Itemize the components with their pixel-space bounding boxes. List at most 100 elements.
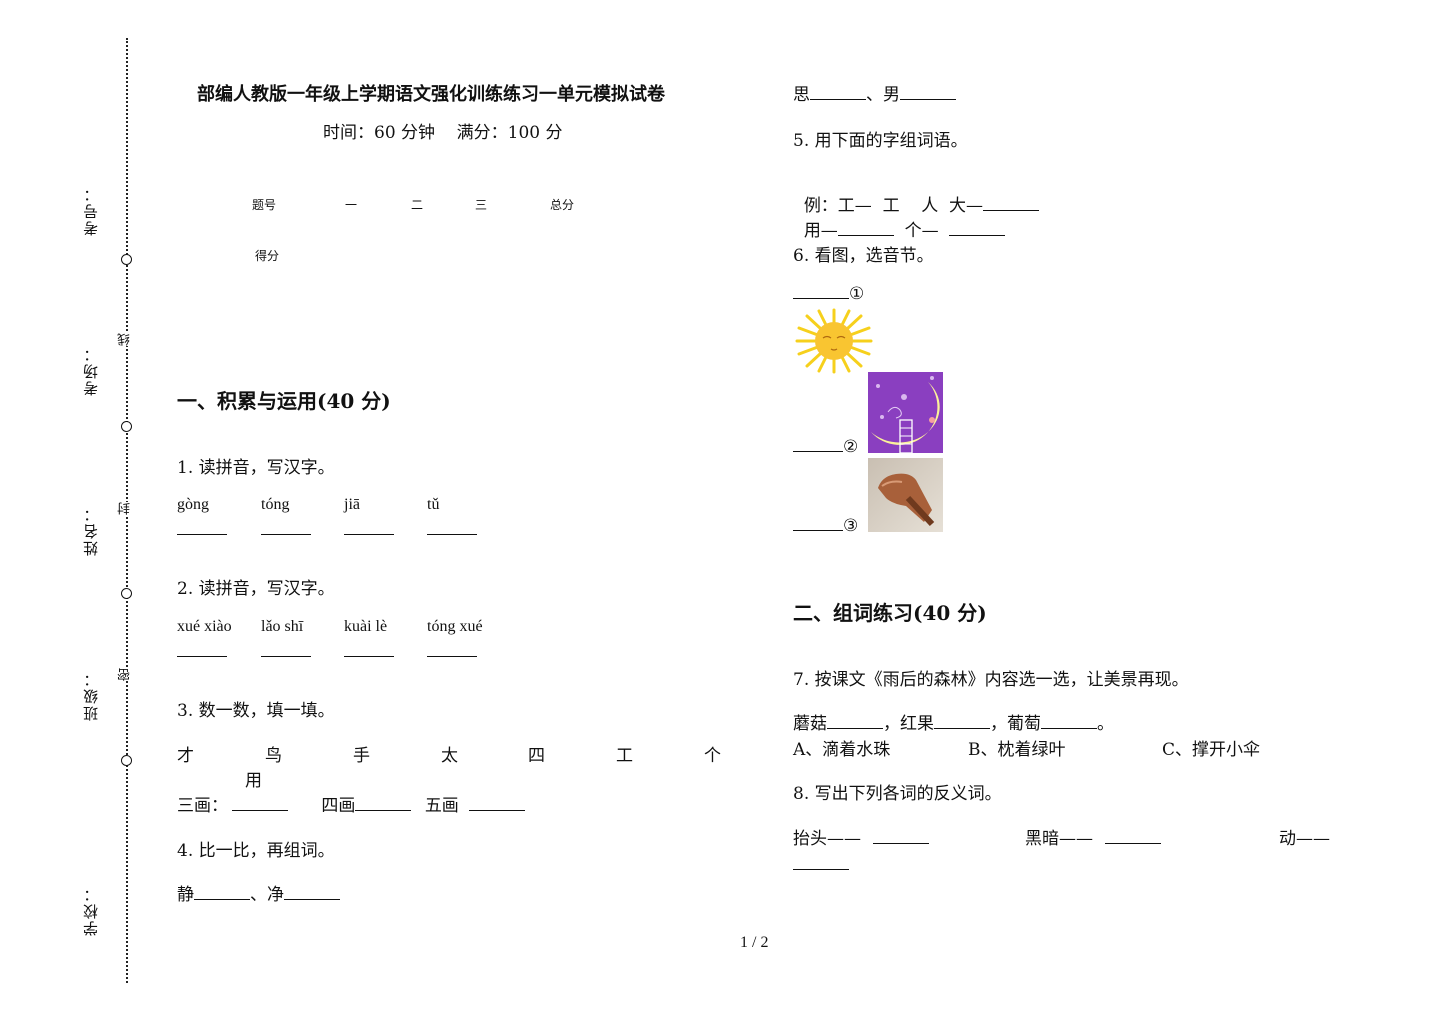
fill-label: 三画： (177, 796, 228, 816)
fill-label: ，红果 (883, 714, 934, 734)
fill-label: 四画 (321, 796, 356, 816)
binding-hole (121, 254, 132, 265)
answer-blank[interactable] (949, 234, 1006, 236)
exam-room-label: 考场： (82, 345, 100, 396)
answer-blank[interactable] (261, 533, 311, 535)
char-item: 才 (177, 746, 194, 766)
choice-row: ② (793, 437, 858, 457)
pinyin: kuài lè (344, 618, 388, 635)
answer-blank[interactable] (900, 98, 956, 100)
answer-blank[interactable] (427, 533, 477, 535)
question-6-prompt: 6. 看图，选音节。 (793, 246, 934, 266)
answer-blank[interactable] (284, 898, 340, 900)
answer-blank[interactable] (194, 898, 250, 900)
pinyin: xué xiào (177, 618, 232, 635)
name-label: 姓名： (82, 505, 100, 556)
fill-row: 三画： 四画 五画 (177, 791, 525, 816)
fill-label: ，葡萄 (990, 714, 1041, 734)
fill-label: 。 (1097, 714, 1114, 734)
option-a[interactable]: A、滴着水珠 (793, 735, 890, 760)
answer-blank[interactable] (810, 98, 866, 100)
pinyin: tóng xué (427, 618, 483, 635)
option-c[interactable]: C、撑开小伞 (1162, 735, 1260, 760)
score-header-cell: 总分 (550, 198, 575, 212)
option-b[interactable]: B、枕着绿叶 (968, 735, 1066, 760)
exam-subtitle: 时间：60 分钟 满分：100 分 (323, 123, 563, 143)
pinyin: gòng (177, 496, 209, 513)
sun-picture (795, 308, 873, 374)
fill-label: 五画 (424, 796, 459, 816)
answer-blank[interactable] (344, 533, 394, 535)
answer-blank[interactable] (934, 727, 990, 729)
answer-blank[interactable] (793, 529, 843, 531)
char-item: 太 (441, 746, 458, 766)
answer-blank[interactable] (177, 533, 227, 535)
answer-blank[interactable] (344, 655, 394, 657)
fill-label: 、男 (866, 85, 900, 105)
answer-blank[interactable] (232, 809, 288, 811)
exam-number-label: 考号： (82, 185, 100, 236)
answer-blank[interactable] (1105, 842, 1161, 844)
question-2-prompt: 2. 读拼音，写汉字。 (177, 579, 335, 599)
answer-blank[interactable] (793, 868, 849, 870)
fill-label: 用— (803, 221, 838, 241)
fill-label: 静 (177, 885, 194, 905)
fill-label: 思 (793, 85, 810, 105)
binding-hole (121, 755, 132, 766)
fill-label: 黑暗—— (1025, 829, 1093, 849)
fill-label: 个— (893, 221, 950, 241)
number-marker: ② (843, 437, 859, 457)
fill-label: 、净 (250, 885, 284, 905)
answer-blank[interactable] (177, 655, 227, 657)
answer-blank[interactable] (468, 809, 525, 811)
char-item: 鸟 (265, 746, 282, 766)
fill-label: 蘑菇 (793, 714, 827, 734)
answer-blank[interactable] (837, 234, 894, 236)
char-item: 手 (353, 746, 370, 766)
cut-mark-mi: 密 (118, 668, 133, 681)
answer-blank[interactable] (261, 655, 311, 657)
fill-label: 抬头—— (793, 829, 861, 849)
answer-blank[interactable] (427, 655, 477, 657)
score-header-cell: 一 (345, 198, 358, 212)
cut-mark-feng: 封 (118, 502, 133, 515)
school-label: 学校： (82, 885, 100, 936)
choice-row: ③ (793, 516, 858, 536)
binding-hole (121, 421, 132, 432)
number-marker: ③ (843, 516, 859, 536)
answer-blank[interactable] (827, 727, 883, 729)
section-title: 一、积累与运用(40 分) (177, 389, 391, 413)
binding-hole (121, 588, 132, 599)
answer-blank[interactable] (793, 297, 849, 299)
answer-blank[interactable] (1041, 727, 1097, 729)
exam-title: 部编人教版一年级上学期语文强化训练练习一单元模拟试卷 (197, 84, 665, 105)
question-7-prompt: 7. 按课文《雨后的森林》内容选一选，让美景再现。 (793, 670, 1189, 690)
char-item: 工 (616, 746, 633, 766)
score-header-cell: 题号 (252, 198, 277, 212)
fill-row: 蘑菇 ，红果 ，葡萄 。 (793, 709, 1114, 734)
char-item: 个 (704, 746, 721, 766)
moon-picture (868, 372, 943, 453)
number-marker: ① (849, 284, 865, 304)
char-item: 四 (528, 746, 545, 766)
answer-blank[interactable] (355, 809, 412, 811)
pinyin: lǎo shī (261, 618, 304, 635)
score-row-label: 得分 (255, 249, 280, 263)
antonym-item: 动—— (1279, 829, 1330, 849)
score-header-cell: 二 (411, 198, 424, 212)
fill-row: 思 、男 (793, 80, 956, 105)
fill-row: 用— 个— (793, 196, 1006, 241)
question-8-prompt: 8. 写出下列各词的反义词。 (793, 784, 1002, 804)
answer-blank[interactable] (873, 842, 929, 844)
question-1-prompt: 1. 读拼音，写汉字。 (177, 458, 335, 478)
antonym-item: 抬头—— (793, 824, 929, 849)
answer-blank[interactable] (793, 450, 843, 452)
cut-mark-xian: 线 (118, 333, 133, 346)
page-number: 1 / 2 (740, 934, 769, 951)
question-5-prompt: 5. 用下面的字组词语。 (793, 131, 968, 151)
section-title: 二、组词练习(40 分) (793, 601, 987, 625)
antonym-item: 黑暗—— (1025, 824, 1161, 849)
hand-picture (868, 458, 943, 532)
score-header-cell: 三 (475, 198, 488, 212)
pinyin: tǔ (427, 496, 440, 513)
